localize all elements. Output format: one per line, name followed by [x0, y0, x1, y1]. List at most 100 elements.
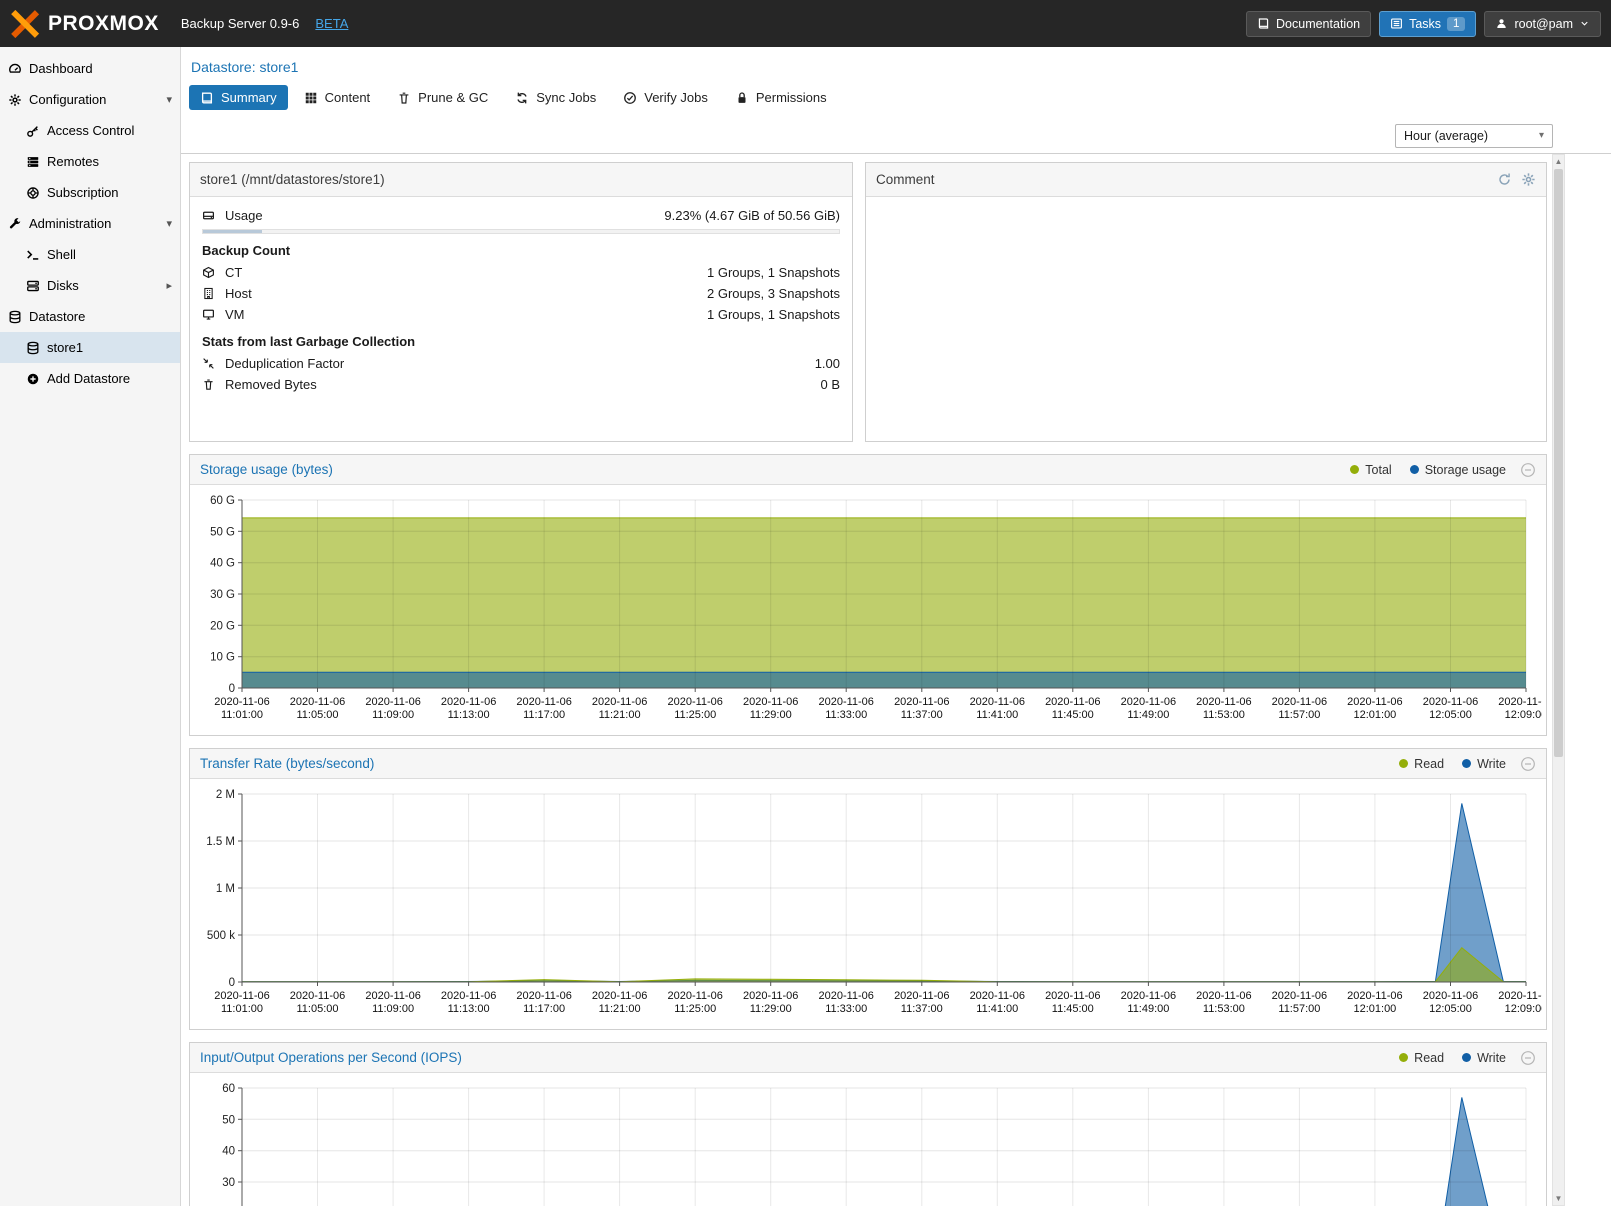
tasks-label: Tasks [1409, 17, 1441, 31]
tab-content[interactable]: Content [293, 85, 382, 110]
legend-item-read[interactable]: Read [1399, 757, 1444, 771]
sidebar-item-label: Administration [29, 216, 111, 231]
legend-dot [1399, 1053, 1408, 1062]
collapse-panel-icon[interactable] [1520, 1050, 1536, 1066]
tab-label: Prune & GC [418, 90, 488, 105]
svg-text:2020-11-06: 2020-11-06 [1121, 696, 1176, 708]
backup-type-label: CT [225, 265, 242, 280]
comment-body[interactable] [866, 197, 1546, 441]
legend-dot [1399, 759, 1408, 768]
svg-text:11:41:00: 11:41:00 [976, 709, 1018, 721]
sidebar-item-access-control[interactable]: Access Control [0, 115, 180, 146]
legend-item-storage-usage[interactable]: Storage usage [1410, 463, 1506, 477]
chevron-down-icon [1579, 18, 1590, 29]
documentation-button[interactable]: Documentation [1246, 11, 1371, 37]
svg-text:11:17:00: 11:17:00 [523, 1003, 565, 1015]
reload-icon[interactable] [1497, 172, 1512, 187]
sidebar-item-administration[interactable]: Administration ▾ [0, 208, 180, 239]
plus-circle-icon [26, 372, 40, 386]
svg-text:2020-11-06: 2020-11-06 [1423, 990, 1478, 1002]
user-menu-button[interactable]: root@pam [1484, 11, 1601, 37]
sidebar-item-dashboard[interactable]: Dashboard [0, 53, 180, 84]
svg-text:2020-11-06: 2020-11-06 [667, 990, 722, 1002]
scrollbar-thumb[interactable] [1554, 169, 1563, 757]
server-icon [26, 155, 40, 169]
time-range-value: Hour (average) [1404, 129, 1488, 143]
legend-dot [1350, 465, 1359, 474]
tab-summary[interactable]: Summary [189, 85, 288, 110]
svg-text:11:29:00: 11:29:00 [750, 1003, 792, 1015]
legend-label: Total [1365, 463, 1391, 477]
sidebar-item-disks[interactable]: Disks ▸ [0, 270, 180, 301]
tab-verify-jobs[interactable]: Verify Jobs [612, 85, 719, 110]
support-icon [26, 186, 40, 200]
time-range-select[interactable]: Hour (average) ▾ [1395, 124, 1553, 148]
book-icon [200, 91, 214, 105]
gear-icon[interactable] [1521, 172, 1536, 187]
wrench-icon [8, 217, 22, 231]
storage-usage-chart: 010 G20 G30 G40 G50 G60 G2020-11-0611:01… [192, 490, 1542, 730]
svg-text:12:05:00: 12:05:00 [1429, 709, 1472, 721]
sidebar-item-label: Disks [47, 278, 79, 293]
svg-text:11:45:00: 11:45:00 [1052, 709, 1094, 721]
svg-text:2020-11-06: 2020-11-06 [894, 696, 949, 708]
svg-text:2020-11-06: 2020-11-06 [894, 990, 949, 1002]
legend-label: Write [1477, 757, 1506, 771]
comment-panel: Comment [865, 162, 1547, 442]
sidebar-item-store1[interactable]: store1 [0, 332, 180, 363]
tab-permissions[interactable]: Permissions [724, 85, 838, 110]
sidebar-item-configuration[interactable]: Configuration ▾ [0, 84, 180, 115]
vertical-scrollbar[interactable]: ▲ ▼ [1552, 154, 1565, 1206]
collapse-panel-icon[interactable] [1520, 462, 1536, 478]
svg-text:11:49:00: 11:49:00 [1127, 1003, 1169, 1015]
svg-text:12:05:00: 12:05:00 [1429, 1003, 1472, 1015]
tab-label: Verify Jobs [644, 90, 708, 105]
collapse-panel-icon[interactable] [1520, 756, 1536, 772]
svg-text:40: 40 [222, 1146, 235, 1158]
svg-text:2020-11-06: 2020-11-06 [365, 990, 420, 1002]
svg-text:1.5 M: 1.5 M [206, 836, 235, 848]
svg-text:2020-11-06: 2020-11-06 [1272, 696, 1327, 708]
svg-text:12:09:00: 12:09:00 [1505, 709, 1542, 721]
gc-stats-title: Stats from last Garbage Collection [202, 334, 840, 349]
tasks-button[interactable]: Tasks 1 [1379, 11, 1476, 37]
check-circle-icon [623, 91, 637, 105]
svg-text:11:49:00: 11:49:00 [1127, 709, 1169, 721]
transfer-rate-chart: 0500 k1 M1.5 M2 M2020-11-0611:01:002020-… [192, 784, 1542, 1024]
legend-item-write[interactable]: Write [1462, 1051, 1506, 1065]
svg-text:2020-11-06: 2020-11-06 [290, 990, 345, 1002]
scroll-down-icon[interactable]: ▼ [1553, 1192, 1564, 1205]
gauge-icon [8, 62, 22, 76]
trash-icon [397, 91, 411, 105]
svg-text:2020-11-06: 2020-11-06 [1196, 990, 1251, 1002]
svg-text:2020-11-06: 2020-11-06 [743, 696, 798, 708]
iops-chart: 01020304050602020-11-0611:01:002020-11-0… [192, 1078, 1542, 1206]
svg-text:11:37:00: 11:37:00 [901, 709, 943, 721]
legend-item-total[interactable]: Total [1350, 463, 1391, 477]
scroll-up-icon[interactable]: ▲ [1553, 155, 1564, 168]
expand-arrow-icon[interactable]: ▸ [166, 279, 172, 292]
svg-text:2020-11-06: 2020-11-06 [1272, 990, 1327, 1002]
tab-label: Summary [221, 90, 277, 105]
svg-text:11:09:00: 11:09:00 [372, 1003, 414, 1015]
legend-item-write[interactable]: Write [1462, 757, 1506, 771]
sidebar-item-add-datastore[interactable]: Add Datastore [0, 363, 180, 394]
sidebar-item-subscription[interactable]: Subscription [0, 177, 180, 208]
sidebar-item-datastore[interactable]: Datastore [0, 301, 180, 332]
gc-stat-label: Deduplication Factor [225, 356, 344, 371]
svg-text:11:21:00: 11:21:00 [599, 1003, 641, 1015]
sidebar-item-remotes[interactable]: Remotes [0, 146, 180, 177]
collapse-arrow-icon[interactable]: ▾ [166, 93, 172, 106]
svg-text:10 G: 10 G [210, 652, 235, 664]
collapse-arrow-icon[interactable]: ▾ [166, 217, 172, 230]
beta-link[interactable]: BETA [315, 16, 348, 31]
trash-icon [202, 378, 215, 391]
database-icon [8, 310, 22, 324]
tab-prune-gc[interactable]: Prune & GC [386, 85, 499, 110]
svg-text:2020-11-06: 2020-11-06 [1498, 696, 1542, 708]
sidebar-item-shell[interactable]: Shell [0, 239, 180, 270]
svg-text:2020-11-06: 2020-11-06 [667, 696, 722, 708]
tab-sync-jobs[interactable]: Sync Jobs [504, 85, 607, 110]
legend-item-read[interactable]: Read [1399, 1051, 1444, 1065]
svg-text:2020-11-06: 2020-11-06 [743, 990, 798, 1002]
